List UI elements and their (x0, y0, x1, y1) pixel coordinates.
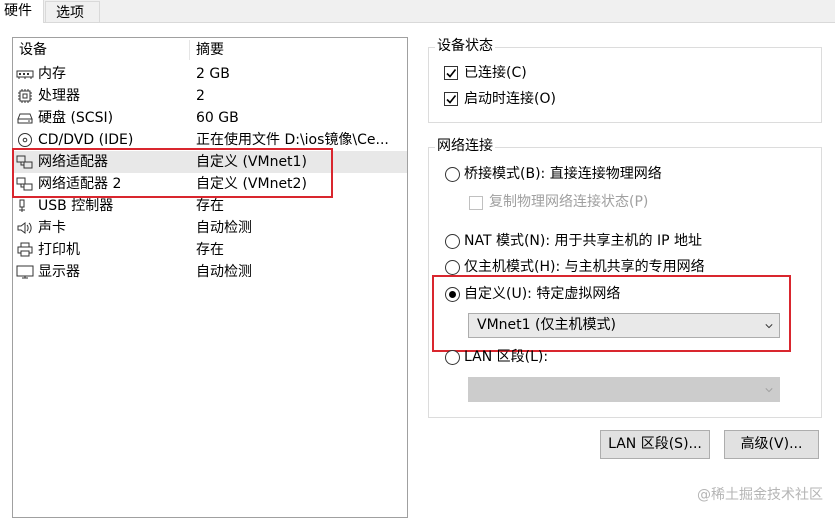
replicate-state-label[interactable]: 复制物理网络连接状态(P) (489, 192, 648, 212)
tab-options-label: 选项 (56, 5, 84, 21)
column-header-device[interactable]: 设备 (19, 40, 47, 60)
column-divider[interactable] (189, 40, 190, 60)
advanced-button[interactable]: 高级(V)... (724, 430, 819, 459)
device-list-header: 设备 摘要 (13, 38, 407, 62)
device-name: 打印机 (38, 242, 80, 258)
device-summary: 自动检测 (196, 220, 252, 236)
device-name: CD/DVD (IDE) (38, 132, 134, 148)
network-adapter-icon (16, 155, 33, 169)
device-row-display[interactable]: 显示器 自动检测 (13, 261, 407, 283)
device-row-hard-disk[interactable]: 硬盘 (SCSI) 60 GB (13, 107, 407, 129)
lan-segments-button[interactable]: LAN 区段(S)... (600, 430, 710, 459)
device-row-sound-card[interactable]: 声卡 自动检测 (13, 217, 407, 239)
advanced-button-label: 高级(V)... (740, 436, 803, 452)
device-summary: 2 GB (196, 66, 230, 82)
replicate-state-checkbox[interactable] (469, 196, 483, 210)
chevron-down-icon (765, 324, 773, 329)
device-row-usb-controller[interactable]: USB 控制器 存在 (13, 195, 407, 217)
checkmark-icon (446, 69, 457, 78)
device-row-processor[interactable]: 处理器 2 (13, 85, 407, 107)
device-summary: 存在 (196, 198, 224, 214)
device-summary: 自动检测 (196, 264, 252, 280)
host-only-label[interactable]: 仅主机模式(H): 与主机共享的专用网络 (464, 257, 705, 277)
sound-card-icon (17, 222, 32, 234)
column-header-summary[interactable]: 摘要 (196, 40, 224, 60)
checkmark-icon (446, 95, 457, 104)
connected-label[interactable]: 已连接(C) (464, 63, 527, 83)
device-row-cd-dvd[interactable]: CD/DVD (IDE) 正在使用文件 D:\ios镜像\Ce... (13, 129, 407, 151)
usb-controller-icon (19, 199, 25, 212)
device-name: 显示器 (38, 264, 80, 280)
connect-at-power-on-checkbox[interactable] (444, 92, 458, 106)
device-name: USB 控制器 (38, 198, 114, 214)
watermark-text: @稀土掘金技术社区 (697, 487, 823, 503)
tab-hardware[interactable]: 硬件 (0, 0, 44, 23)
device-name: 内存 (38, 66, 66, 82)
bridged-radio[interactable] (445, 167, 460, 182)
radio-selected-dot (449, 291, 456, 298)
device-row-printer[interactable]: 打印机 存在 (13, 239, 407, 261)
device-summary: 存在 (196, 242, 224, 258)
device-row-network-adapter[interactable]: 网络适配器 自定义 (VMnet1) (13, 151, 407, 173)
memory-icon (16, 70, 34, 79)
lan-segment-select[interactable] (468, 377, 780, 402)
printer-icon (17, 242, 33, 257)
tab-hardware-label: 硬件 (4, 3, 32, 19)
device-summary: 2 (196, 88, 205, 104)
network-connection-title: 网络连接 (435, 137, 495, 155)
custom-network-select[interactable]: VMnet1 (仅主机模式) (468, 313, 780, 338)
connect-at-power-on-label[interactable]: 启动时连接(O) (464, 89, 556, 109)
connected-checkbox[interactable] (444, 66, 458, 80)
device-name: 网络适配器 (38, 154, 108, 170)
custom-radio[interactable] (445, 287, 460, 302)
nat-radio[interactable] (445, 234, 460, 249)
lan-segment-label[interactable]: LAN 区段(L): (464, 347, 548, 367)
device-summary: 60 GB (196, 110, 239, 126)
tab-strip-divider (0, 22, 835, 23)
device-status-title: 设备状态 (435, 37, 495, 55)
device-row-memory[interactable]: 内存 2 GB (13, 63, 407, 85)
device-name: 声卡 (38, 220, 66, 236)
hard-disk-icon (17, 113, 33, 124)
device-name: 网络适配器 2 (38, 176, 122, 192)
device-status-group (428, 47, 822, 123)
device-summary: 自定义 (VMnet2) (196, 176, 307, 192)
network-adapter-icon (16, 177, 33, 191)
display-icon (16, 265, 34, 279)
lan-segment-radio[interactable] (445, 350, 460, 365)
lan-segments-button-label: LAN 区段(S)... (608, 436, 702, 452)
tab-options[interactable]: 选项 (45, 1, 100, 22)
device-name: 硬盘 (SCSI) (38, 110, 114, 126)
processor-icon (18, 89, 32, 103)
host-only-radio[interactable] (445, 260, 460, 275)
bridged-label[interactable]: 桥接模式(B): 直接连接物理网络 (464, 164, 662, 184)
device-list[interactable]: 设备 摘要 内存 2 GB 处理器 2 硬盘 (SCSI) 60 GB CD/D… (12, 37, 408, 518)
device-row-network-adapter-2[interactable]: 网络适配器 2 自定义 (VMnet2) (13, 173, 407, 195)
cd-dvd-icon (18, 133, 32, 147)
device-name: 处理器 (38, 88, 80, 104)
device-summary: 自定义 (VMnet1) (196, 154, 307, 170)
chevron-down-icon (765, 388, 773, 393)
nat-label[interactable]: NAT 模式(N): 用于共享主机的 IP 地址 (464, 231, 702, 251)
device-summary: 正在使用文件 D:\ios镜像\Ce... (196, 132, 389, 148)
custom-network-value: VMnet1 (仅主机模式) (477, 317, 616, 333)
custom-label[interactable]: 自定义(U): 特定虚拟网络 (464, 284, 620, 304)
